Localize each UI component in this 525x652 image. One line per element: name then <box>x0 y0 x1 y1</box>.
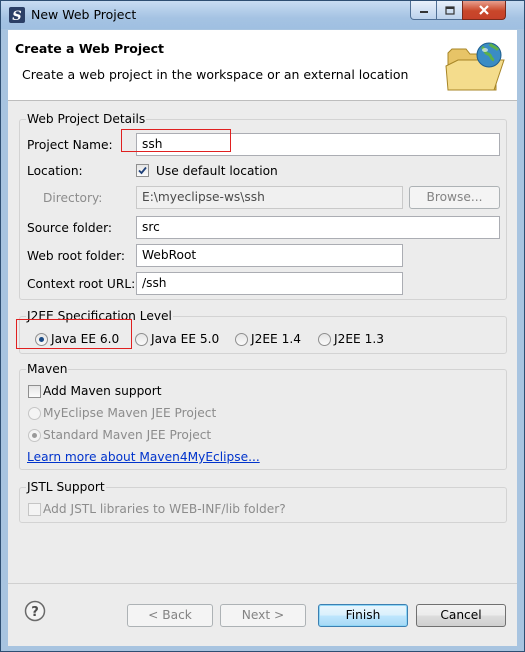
close-button[interactable] <box>462 1 506 20</box>
browse-button[interactable]: Browse... <box>409 186 500 209</box>
maven-group-label: Maven <box>26 362 69 376</box>
next-button[interactable]: Next > <box>220 604 306 627</box>
use-default-location-checkbox[interactable] <box>136 164 149 177</box>
add-maven-support-checkbox[interactable] <box>28 385 41 398</box>
radio-myeclipse-maven-label[interactable]: MyEclipse Maven JEE Project <box>43 406 216 420</box>
page-title: Create a Web Project <box>15 41 165 56</box>
dialog-body: Create a Web Project Create a web projec… <box>8 30 517 646</box>
java-ee-6-highlight <box>16 319 132 349</box>
add-maven-support-label[interactable]: Add Maven support <box>43 384 162 398</box>
myeclipse-app-icon: S <box>9 7 25 23</box>
radio-standard-maven[interactable] <box>28 429 41 442</box>
add-jstl-label[interactable]: Add JSTL libraries to WEB-INF/lib folder… <box>43 502 286 516</box>
web-root-folder-input[interactable]: WebRoot <box>136 244 403 267</box>
finish-button[interactable]: Finish <box>318 604 408 627</box>
radio-j2ee-1-4[interactable] <box>235 333 248 346</box>
wizard-header: Create a Web Project Create a web projec… <box>8 30 517 101</box>
radio-j2ee-1-4-label[interactable]: J2EE 1.4 <box>251 332 301 346</box>
maximize-icon <box>444 5 455 15</box>
location-label: Location: <box>27 164 83 178</box>
close-icon <box>479 5 489 15</box>
window-title: New Web Project <box>31 7 137 22</box>
project-details-group-label: Web Project Details <box>26 112 147 126</box>
context-root-url-input[interactable]: /ssh <box>136 272 403 295</box>
context-root-url-label: Context root URL: <box>27 277 136 291</box>
directory-input[interactable]: E:\myeclipse-ws\ssh <box>136 186 403 209</box>
directory-label: Directory: <box>43 191 103 205</box>
back-button[interactable]: < Back <box>127 604 213 627</box>
source-folder-label: Source folder: <box>27 221 113 235</box>
folder-globe-icon <box>445 42 505 91</box>
radio-java-ee-5[interactable] <box>135 333 148 346</box>
help-icon[interactable]: ? <box>24 600 46 622</box>
svg-text:?: ? <box>31 605 39 620</box>
learn-more-maven-link[interactable]: Learn more about Maven4MyEclipse... <box>27 450 260 464</box>
radio-java-ee-5-label[interactable]: Java EE 5.0 <box>151 332 219 346</box>
project-name-highlight <box>121 129 231 152</box>
checkmark-icon <box>138 166 147 175</box>
minimize-icon <box>419 11 428 13</box>
radio-myeclipse-maven[interactable] <box>28 407 41 420</box>
radio-j2ee-1-3-label[interactable]: J2EE 1.3 <box>334 332 384 346</box>
radio-j2ee-1-3[interactable] <box>318 333 331 346</box>
cancel-button[interactable]: Cancel <box>416 604 506 627</box>
project-name-label: Project Name: <box>27 138 113 152</box>
footer-divider <box>8 583 517 584</box>
radio-selected-dot <box>32 433 37 438</box>
web-root-folder-label: Web root folder: <box>27 249 126 263</box>
add-jstl-checkbox[interactable] <box>28 503 41 516</box>
use-default-location-label[interactable]: Use default location <box>156 164 278 178</box>
radio-standard-maven-label[interactable]: Standard Maven JEE Project <box>43 428 211 442</box>
dialog-window: S New Web Project Create a Web Project C… <box>0 0 525 652</box>
source-folder-input[interactable]: src <box>136 216 500 239</box>
page-description: Create a web project in the workspace or… <box>22 67 409 82</box>
jstl-group-label: JSTL Support <box>26 480 106 494</box>
minimize-button[interactable] <box>410 1 437 20</box>
svg-text:S: S <box>12 9 21 23</box>
title-bar[interactable]: S New Web Project <box>1 1 524 29</box>
maximize-button[interactable] <box>436 1 463 20</box>
